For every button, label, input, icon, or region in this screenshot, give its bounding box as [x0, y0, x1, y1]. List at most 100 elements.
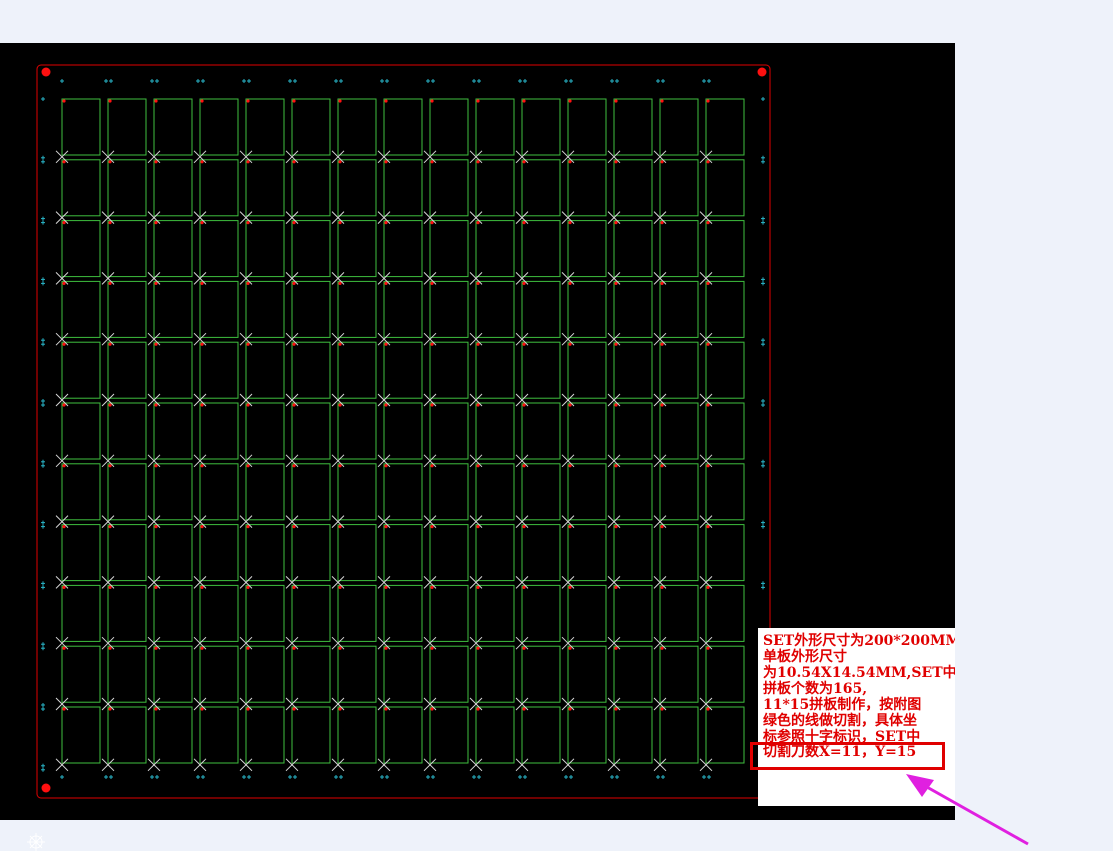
single-board-cell [659, 463, 699, 521]
single-board-cell [659, 159, 699, 217]
alignment-marker [761, 216, 765, 221]
cell-mark [292, 464, 296, 468]
alignment-marker [247, 775, 251, 779]
cell-mark [384, 646, 388, 650]
single-board-cell [659, 402, 699, 460]
cell-mark [154, 281, 158, 285]
alignment-marker [702, 79, 706, 83]
single-board-cell [107, 706, 147, 764]
cell-mark [62, 221, 66, 225]
single-board-cell [613, 402, 653, 460]
alignment-marker [41, 403, 45, 407]
cell-mark [430, 646, 434, 650]
alignment-marker [41, 585, 45, 590]
single-board-cell [107, 463, 147, 521]
single-board-cell [613, 159, 653, 217]
single-board-cell [567, 463, 607, 521]
alignment-marker [41, 707, 45, 711]
alignment-marker [247, 79, 251, 83]
cell-mark [614, 281, 618, 285]
cell-mark [706, 464, 710, 468]
cell-mark [62, 99, 66, 103]
cell-mark [338, 585, 342, 590]
single-board-cell [61, 706, 101, 764]
single-board-cell [245, 645, 285, 703]
single-board-cell [521, 645, 561, 703]
single-board-cell [153, 584, 193, 642]
single-board-cell [567, 341, 607, 399]
cell-mark [384, 160, 388, 164]
cell-mark [476, 646, 480, 650]
cell-mark [568, 403, 572, 407]
cell-mark [660, 99, 664, 103]
cell-mark [246, 160, 250, 164]
cell-mark [614, 221, 618, 225]
cell-mark [660, 585, 664, 590]
alignment-marker [615, 775, 619, 779]
single-board-cell [153, 220, 193, 278]
single-board-cell [153, 98, 193, 156]
single-board-cell [61, 159, 101, 217]
single-board-cell [429, 159, 469, 217]
cell-mark [706, 160, 710, 164]
cell-mark [246, 646, 250, 650]
single-board-cell [199, 159, 239, 217]
single-board-cell [245, 159, 285, 217]
single-board-cell [613, 584, 653, 642]
single-board-cell [199, 341, 239, 399]
single-board-cell [107, 584, 147, 642]
alignment-marker [41, 524, 45, 529]
single-board-cell [613, 220, 653, 278]
alignment-marker [288, 79, 292, 83]
single-board-cell [567, 280, 607, 338]
alignment-marker [41, 581, 45, 586]
alignment-marker [564, 79, 568, 83]
cell-mark [246, 281, 250, 285]
cell-mark [62, 160, 66, 164]
cell-mark [292, 646, 296, 650]
alignment-marker [761, 159, 765, 164]
cell-mark [706, 585, 710, 590]
single-board-cell [429, 645, 469, 703]
cell-mark [154, 646, 158, 650]
alignment-marker [380, 775, 384, 779]
cell-mark [200, 464, 204, 468]
single-board-cell [705, 524, 745, 582]
single-board-cell [613, 524, 653, 582]
single-board-cell [705, 645, 745, 703]
alignment-marker [656, 775, 660, 779]
single-board-cell [107, 341, 147, 399]
fiducial-dot [41, 67, 51, 77]
single-board-cell [199, 524, 239, 582]
cell-mark [108, 99, 112, 103]
cell-mark [430, 403, 434, 407]
cell-mark [430, 99, 434, 103]
single-board-cell [291, 98, 331, 156]
alignment-marker [472, 79, 476, 83]
single-board-cell [567, 159, 607, 217]
cell-mark [706, 707, 710, 711]
single-board-cell [337, 159, 377, 217]
single-board-cell [475, 159, 515, 217]
single-board-cell [383, 402, 423, 460]
cell-mark [384, 221, 388, 225]
cell-mark [568, 342, 572, 346]
single-board-cell [199, 463, 239, 521]
alignment-marker [150, 79, 154, 83]
cell-mark [706, 99, 710, 103]
single-board-cell [429, 220, 469, 278]
single-board-cell [659, 645, 699, 703]
single-board-cell [475, 463, 515, 521]
cell-mark [292, 221, 296, 225]
cell-mark [430, 585, 434, 590]
note-line-board-size-label: 单板外形尺寸 [763, 649, 847, 665]
cell-mark [338, 281, 342, 285]
cell-mark [200, 403, 204, 407]
alignment-marker [385, 775, 389, 779]
cell-mark [292, 281, 296, 285]
single-board-cell [521, 584, 561, 642]
cell-mark [62, 464, 66, 468]
alignment-marker [761, 220, 765, 225]
alignment-marker [523, 775, 527, 779]
single-board-cell [153, 645, 193, 703]
